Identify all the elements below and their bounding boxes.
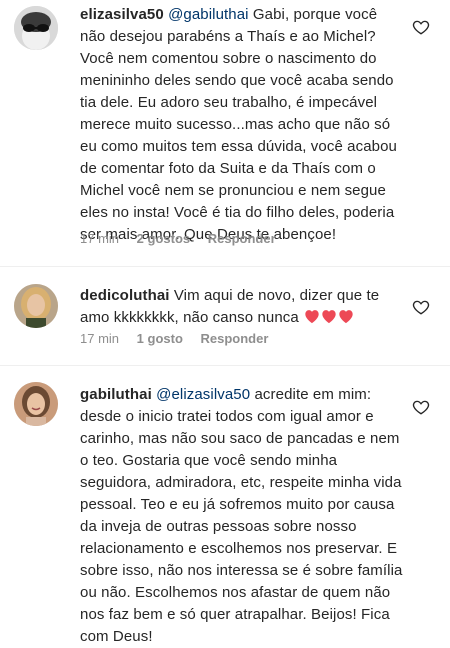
sunglasses-person-avatar-icon [14,6,58,50]
comment-time: 17 min [80,331,120,346]
comment-username[interactable]: elizasilva50 [80,6,164,23]
heart-emojis [303,309,354,331]
like-heart-icon[interactable] [412,18,430,36]
avatar[interactable] [14,6,58,50]
smiling-woman-avatar-icon [14,382,58,426]
divider [0,365,450,366]
red-heart-icon [322,310,336,324]
like-heart-icon[interactable] [412,398,430,416]
avatar[interactable] [14,382,58,426]
comment-body: Gabi, porque você não desejou parabéns a… [80,6,397,243]
comment-text: gabiluthai @elizasilva50 acredite em mim… [80,384,405,648]
comment-mention[interactable]: @elizasilva50 [156,386,250,403]
comment-meta: 17 min 1 gosto Responder [80,331,282,346]
comment-likes[interactable]: 2 gostos [137,231,190,246]
blonde-woman-avatar-icon [14,284,58,328]
comment-time: 17 min [80,231,120,246]
comment-likes[interactable]: 1 gosto [137,331,183,346]
red-heart-icon [305,310,319,324]
reply-button[interactable]: Responder [201,331,269,346]
like-heart-icon[interactable] [412,298,430,316]
comment-meta: 17 min 2 gostos Responder [80,231,290,246]
avatar[interactable] [14,284,58,328]
reply-button[interactable]: Responder [208,231,276,246]
comment-text: dedicoluthai Vim aqui de novo, dizer que… [80,285,405,331]
comment-username[interactable]: dedicoluthai [80,287,170,304]
comment-username[interactable]: gabiluthai [80,386,152,403]
comment-mention[interactable]: @gabiluthai [168,6,249,23]
divider [0,266,450,267]
red-heart-icon [339,310,353,324]
comment-text: elizasilva50 @gabiluthai Gabi, porque vo… [80,4,405,246]
comment-body: acredite em mim: desde o inicio tratei t… [80,386,403,645]
